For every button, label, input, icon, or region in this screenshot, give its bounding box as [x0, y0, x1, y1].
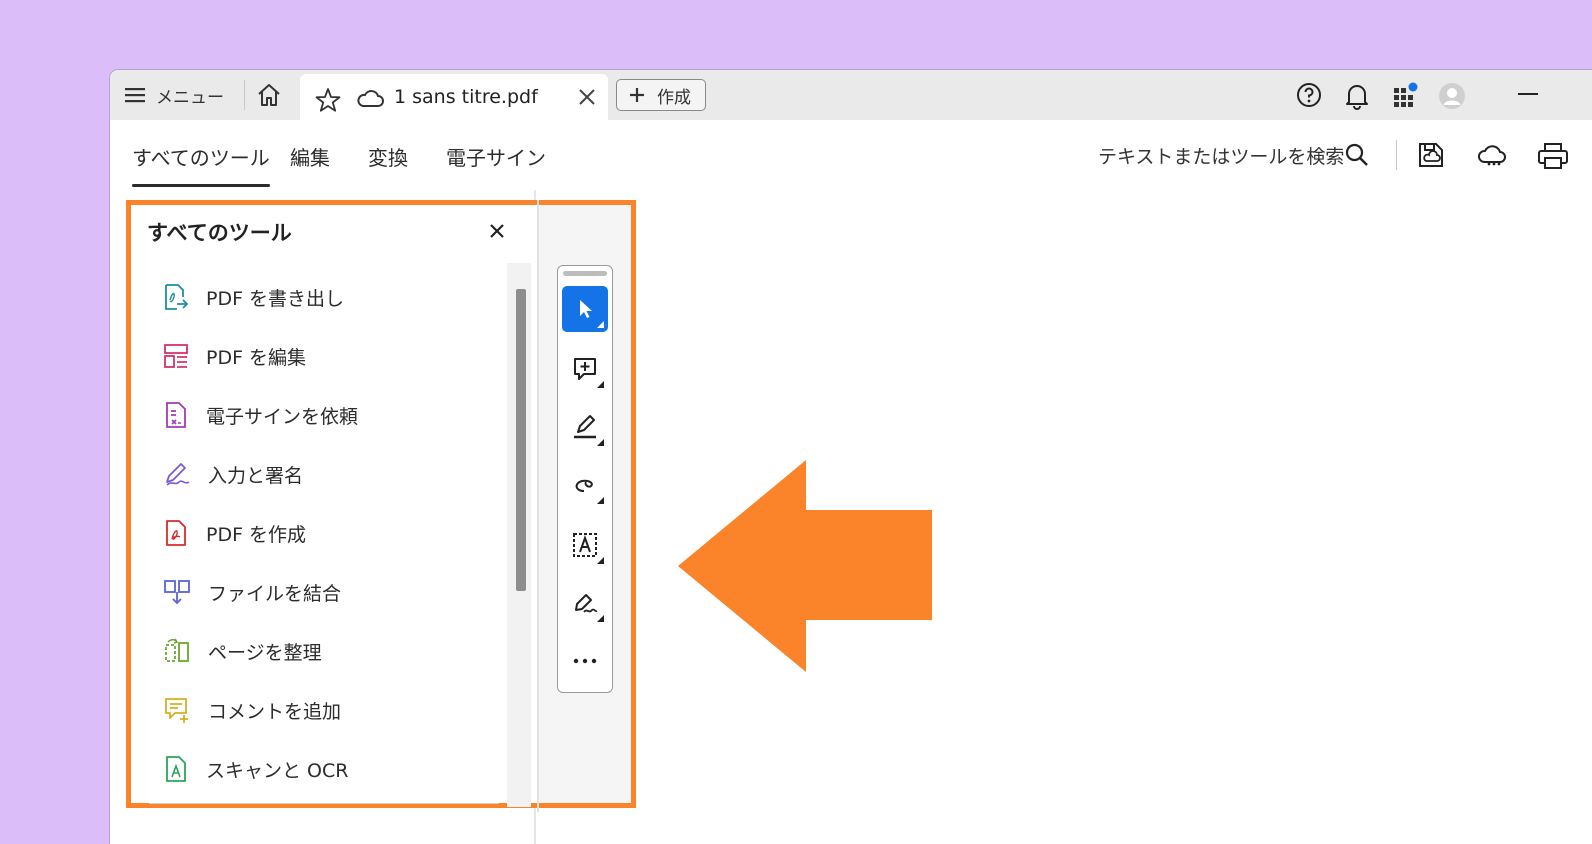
divider [1396, 140, 1397, 170]
divider [244, 80, 245, 110]
tool-create-pdf[interactable]: PDF を作成 [163, 513, 306, 553]
top-toolbar: すべてのツール 編集 変換 電子サイン テキストまたはツールを検索 [110, 120, 1592, 191]
search-label[interactable]: テキストまたはツールを検索 [1098, 142, 1344, 169]
create-pdf-icon [166, 520, 186, 546]
text-box-icon [573, 533, 597, 557]
bell-icon[interactable] [1344, 82, 1370, 110]
add-comment-icon [165, 698, 188, 723]
organize-pages-icon [165, 638, 189, 662]
sign-icon [575, 594, 598, 613]
tool-scan-ocr[interactable]: スキャンと OCR [163, 749, 348, 789]
tool-organize-pages[interactable]: ページを整理 [163, 631, 322, 671]
close-icon[interactable] [489, 223, 505, 239]
highlight-icon [574, 415, 596, 439]
select-tool-button[interactable] [562, 286, 608, 332]
acrobat-window: メニュー 1 sans titre.pdf 作成 すべてのツール 編集 変換 電… [110, 70, 1592, 844]
tab-title: 1 sans titre.pdf [394, 86, 538, 108]
cloud-icon [357, 90, 384, 107]
combine-files-icon [164, 580, 190, 605]
tool-label: 入力と署名 [208, 464, 304, 487]
menu-button[interactable]: メニュー [124, 80, 224, 110]
add-comment-icon [574, 358, 596, 380]
expand-triangle [597, 381, 604, 388]
tab-convert[interactable]: 変換 [368, 142, 408, 171]
apps-icon[interactable] [1392, 82, 1420, 110]
home-button[interactable] [256, 82, 282, 108]
search-icon[interactable] [1344, 142, 1370, 168]
tool-label: ページを整理 [208, 641, 322, 664]
close-icon[interactable] [578, 88, 596, 106]
tool-label: スキャンと OCR [206, 759, 349, 782]
document-tab[interactable]: 1 sans titre.pdf [300, 74, 608, 120]
highlight-tool-button[interactable] [562, 404, 608, 450]
panel-edge [537, 200, 539, 812]
home-icon [258, 84, 280, 106]
orange-arrow-left [678, 460, 932, 672]
export-pdf-icon [165, 284, 189, 310]
scrollbar-thumb[interactable] [516, 289, 526, 591]
request-esign-icon [166, 402, 186, 428]
tool-export-pdf[interactable]: PDF を書き出し [163, 277, 344, 317]
tool-request-esign[interactable]: 電子サインを依頼 [163, 395, 358, 435]
help-icon[interactable] [1296, 82, 1322, 108]
title-bar: メニュー 1 sans titre.pdf 作成 [110, 70, 1592, 120]
create-label: 作成 [657, 87, 691, 108]
tool-edit-pdf[interactable]: PDF を編集 [163, 336, 306, 376]
tab-all-tools[interactable]: すべてのツール [132, 142, 270, 187]
hamburger-icon [125, 88, 145, 103]
draw-icon [575, 479, 593, 492]
sign-tool-button[interactable] [562, 580, 608, 626]
all-tools-panel: すべてのツール PDF を書き出し PDF を編集 電子サインを依頼 入力と署名… [126, 200, 636, 812]
expand-triangle [597, 321, 604, 328]
tool-label: ファイルを結合 [208, 582, 342, 605]
tool-fill-sign[interactable]: 入力と署名 [163, 454, 303, 494]
menu-label: メニュー [156, 87, 224, 108]
divider [149, 803, 499, 804]
tool-add-comment[interactable]: コメントを追加 [163, 690, 341, 730]
fill-sign-icon [166, 463, 190, 486]
draw-tool-button[interactable] [562, 462, 608, 508]
print-icon[interactable] [1536, 142, 1570, 170]
create-button[interactable]: 作成 [616, 79, 706, 111]
save-icon[interactable] [1416, 140, 1446, 170]
tool-label: PDF を編集 [206, 346, 307, 369]
quick-tools-bar [557, 265, 613, 693]
expand-triangle [597, 615, 604, 622]
text-box-tool-button[interactable] [562, 522, 608, 568]
tab-edit[interactable]: 編集 [290, 142, 330, 171]
select-icon [580, 300, 592, 318]
tool-label: PDF を作成 [206, 523, 307, 546]
more-icon [573, 658, 597, 664]
plus-icon [630, 88, 644, 102]
tool-label: PDF を書き出し [206, 287, 345, 310]
tab-esign[interactable]: 電子サイン [446, 142, 546, 171]
tool-label: コメントを追加 [208, 700, 342, 723]
tool-label: 電子サインを依頼 [206, 405, 359, 428]
scan-ocr-icon [166, 756, 186, 782]
cloud-upload-icon[interactable] [1476, 142, 1508, 168]
more-tools-button[interactable] [562, 638, 608, 684]
minimize-icon[interactable] [1518, 92, 1538, 96]
tool-combine-files[interactable]: ファイルを結合 [163, 572, 341, 612]
avatar[interactable] [1438, 82, 1466, 110]
comment-tool-button[interactable] [562, 346, 608, 392]
edit-pdf-icon [164, 344, 188, 368]
drag-handle[interactable] [563, 271, 607, 276]
expand-triangle [597, 439, 604, 446]
expand-triangle [597, 497, 604, 504]
star-icon[interactable] [314, 86, 342, 114]
panel-title: すべてのツール [147, 221, 292, 245]
expand-triangle [597, 557, 604, 564]
